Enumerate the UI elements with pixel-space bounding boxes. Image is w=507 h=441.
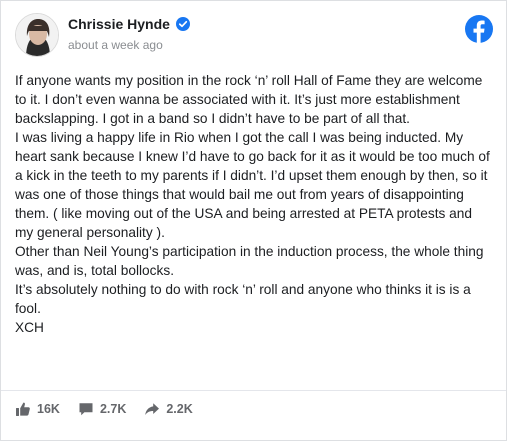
post-signoff: XCH [15,320,44,335]
post-paragraph: Other than Neil Young’s participation in… [15,244,484,278]
post-paragraph: I was living a happy life in Rio when I … [15,130,490,240]
verified-badge-icon [175,17,190,31]
share-arrow-icon [145,403,160,415]
post-paragraph: If anyone wants my position in the rock … [15,73,483,126]
post-stats-bar: 16K 2.7K 2.2K [15,397,211,421]
shares-stat[interactable]: 2.2K [144,401,193,417]
comments-stat[interactable]: 2.7K [78,401,126,417]
likes-stat[interactable]: 16K [15,401,60,417]
author-name[interactable]: Chrissie Hynde [68,16,170,32]
post-header: Chrissie Hynde about a week ago [15,13,495,61]
post-body: If anyone wants my position in the rock … [15,71,493,337]
avatar-image [16,14,58,56]
comment-icon [79,403,93,416]
comments-count: 2.7K [99,402,127,416]
author-avatar[interactable] [15,13,59,57]
post-timestamp[interactable]: about a week ago [68,38,163,52]
facebook-post-card: Chrissie Hynde about a week ago If anyon… [0,0,507,441]
likes-count: 16K [37,402,60,416]
thumbs-up-icon [16,402,30,416]
post-paragraph: It’s absolutely nothing to do with rock … [15,282,471,316]
footer-divider [1,390,506,391]
facebook-logo-icon[interactable] [465,15,493,43]
shares-count: 2.2K [166,402,193,416]
